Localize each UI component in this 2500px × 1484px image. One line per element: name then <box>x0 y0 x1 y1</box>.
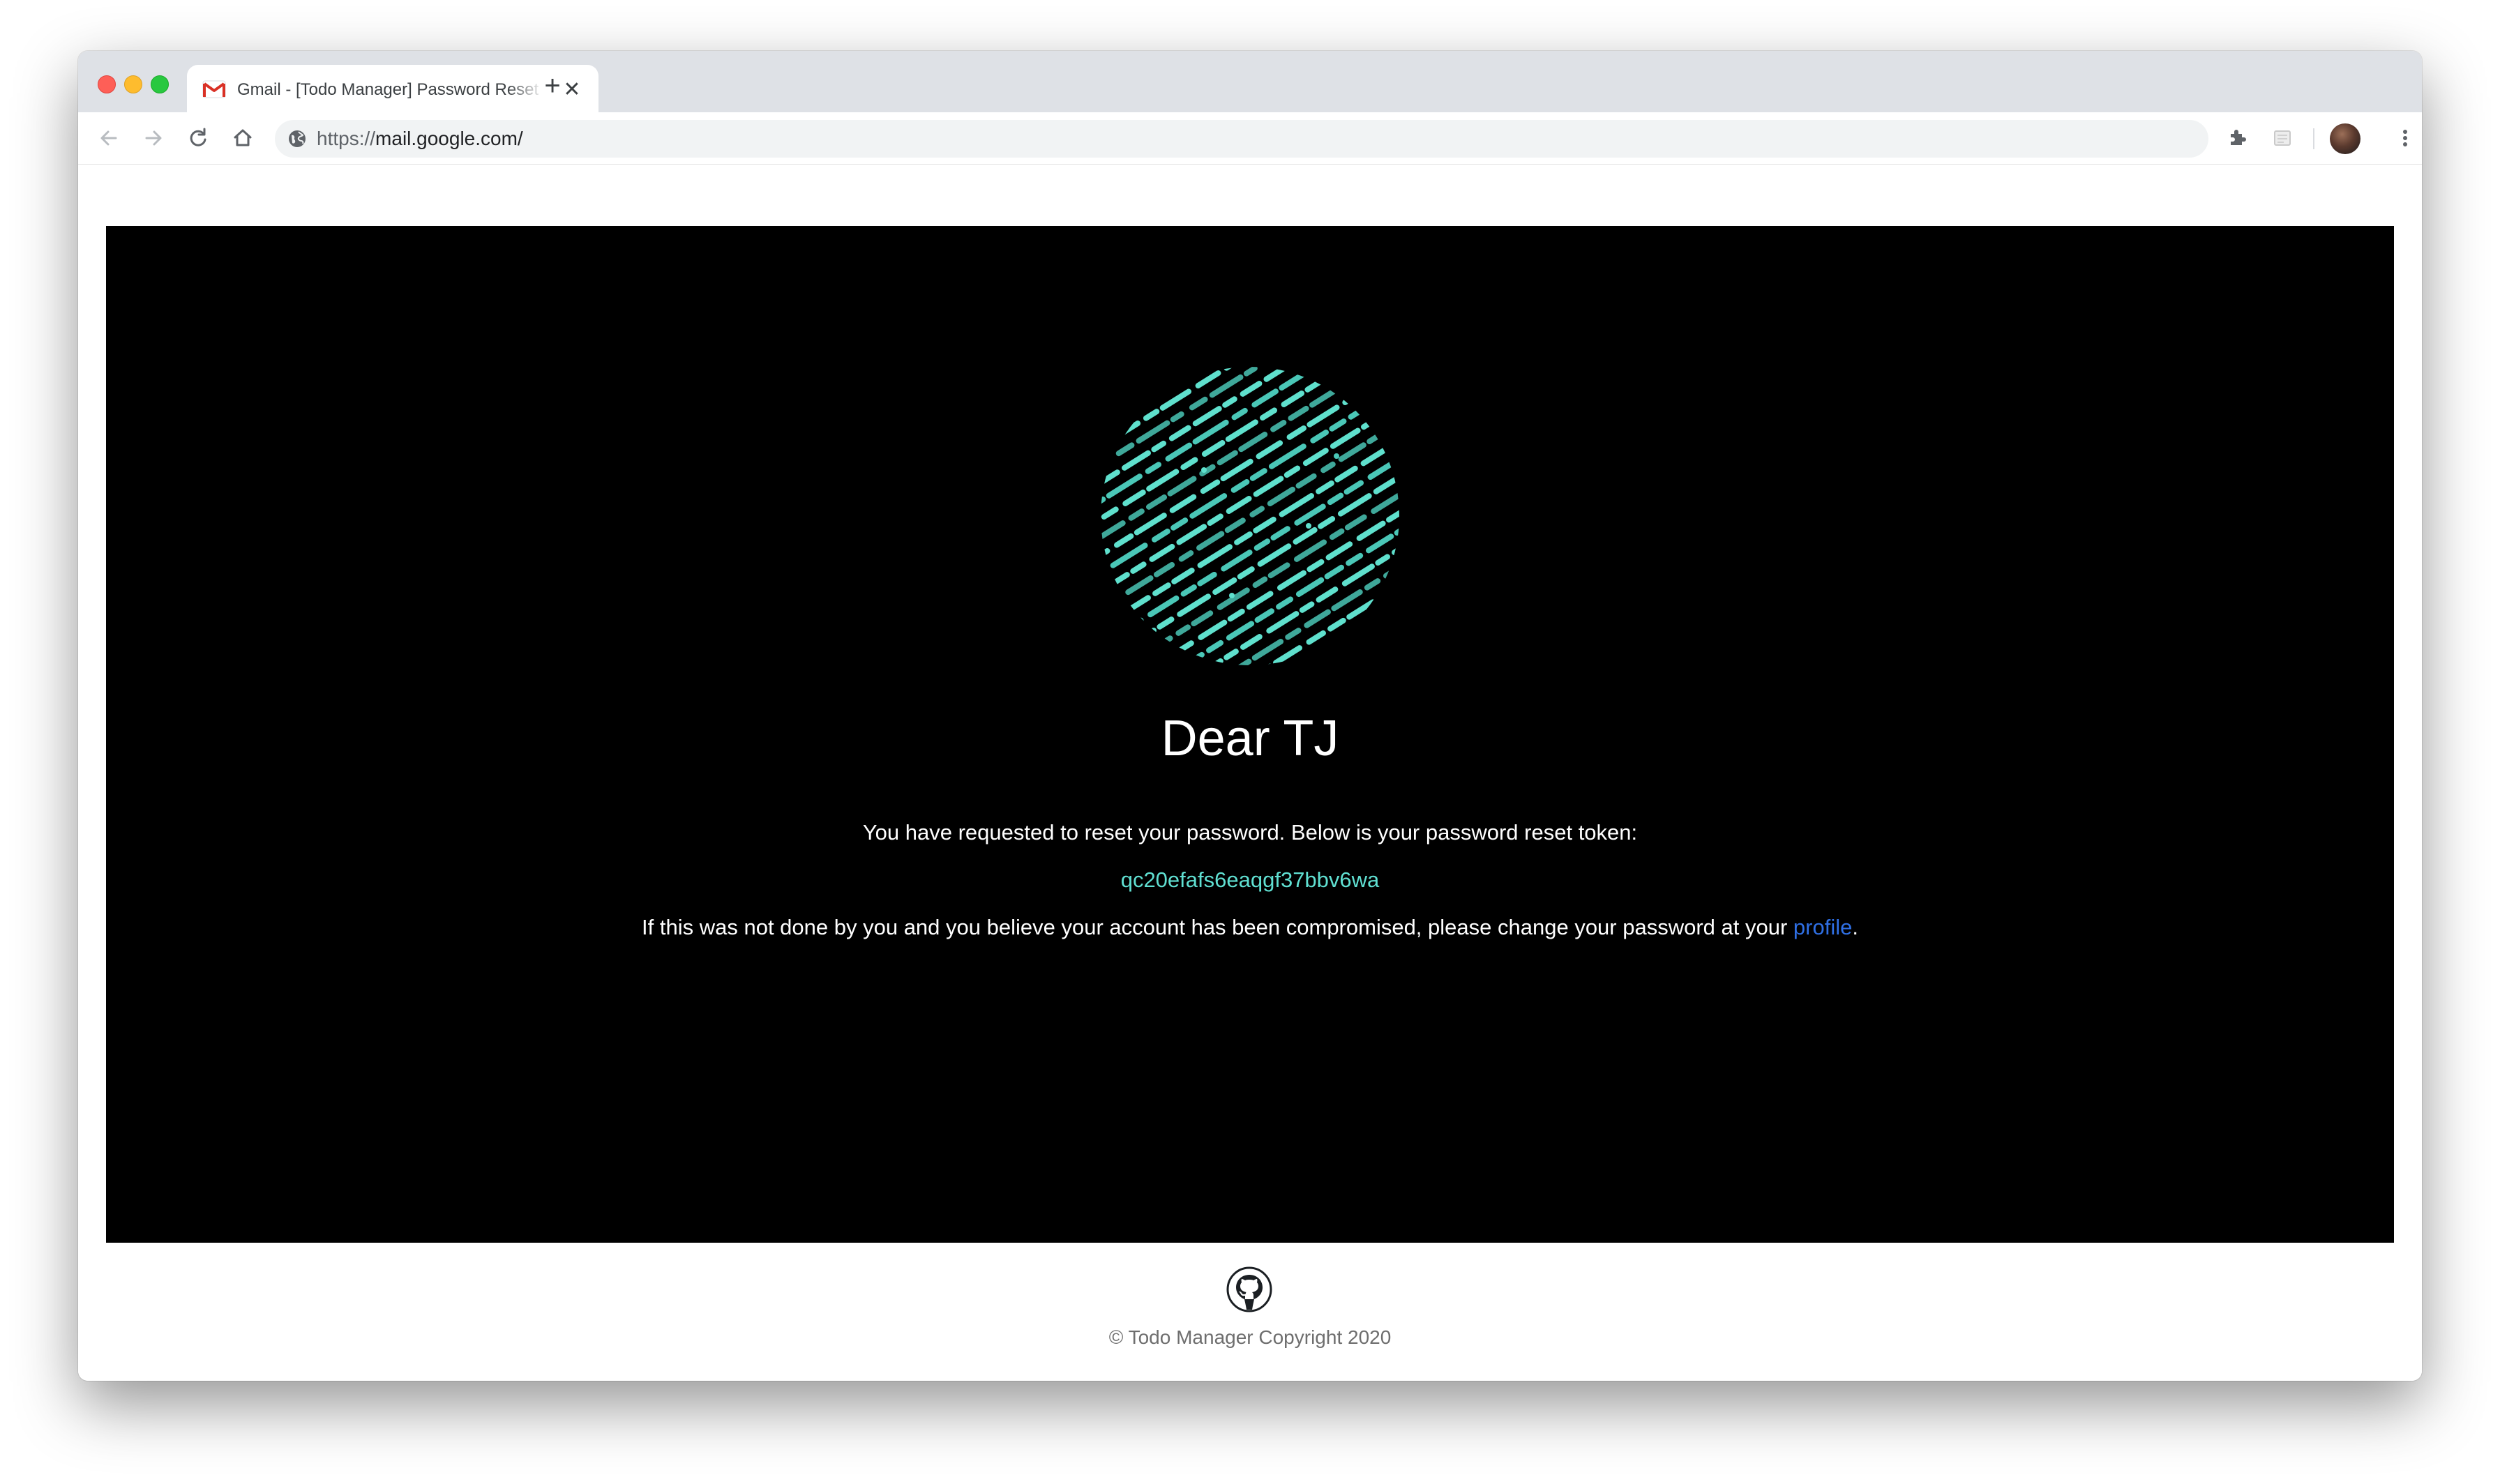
tab-strip: Gmail - [Todo Manager] Password Reset ✕ … <box>78 51 2422 112</box>
forward-icon[interactable] <box>140 124 167 152</box>
new-tab-button[interactable]: + <box>537 70 568 101</box>
address-bar[interactable]: https://mail.google.com/ <box>275 120 2208 158</box>
copyright-text: © Todo Manager Copyright 2020 <box>1108 1326 1392 1348</box>
tab-title: Gmail - [Todo Manager] Password Reset <box>237 80 539 99</box>
close-window-button[interactable] <box>98 75 116 93</box>
extensions-icon[interactable] <box>2222 124 2250 152</box>
toolbar-separator <box>2313 128 2314 149</box>
url-text: https://mail.google.com/ <box>317 128 523 149</box>
reset-intro-text: You have requested to reset your passwor… <box>862 820 1638 845</box>
browser-window: Gmail - [Todo Manager] Password Reset ✕ … <box>78 51 2422 1381</box>
greeting-heading: Dear TJ <box>1161 711 1339 766</box>
home-icon[interactable] <box>229 124 257 152</box>
menu-icon[interactable] <box>2391 124 2419 152</box>
globe-icon[interactable] <box>287 129 307 149</box>
maximize-window-button[interactable] <box>151 75 169 93</box>
back-icon[interactable] <box>95 124 123 152</box>
github-icon[interactable] <box>1226 1266 1272 1312</box>
gmail-icon <box>202 80 226 98</box>
fingerprint-icon <box>1101 367 1399 665</box>
extension-icon[interactable] <box>2268 124 2296 152</box>
reset-token: qc20efafs6eaqgf37bbv6wa <box>1120 868 1380 892</box>
browser-toolbar: https://mail.google.com/ <box>78 112 2422 165</box>
reload-icon[interactable] <box>184 124 212 152</box>
email-body: Dear TJ You have requested to reset your… <box>106 226 2394 1243</box>
minimize-window-button[interactable] <box>124 75 142 93</box>
profile-link[interactable]: profile <box>1793 915 1852 939</box>
page-viewport: Dear TJ You have requested to reset your… <box>78 165 2422 1381</box>
compromise-warning-text: If this was not done by you and you beli… <box>642 915 1858 939</box>
profile-avatar[interactable] <box>2330 123 2360 154</box>
